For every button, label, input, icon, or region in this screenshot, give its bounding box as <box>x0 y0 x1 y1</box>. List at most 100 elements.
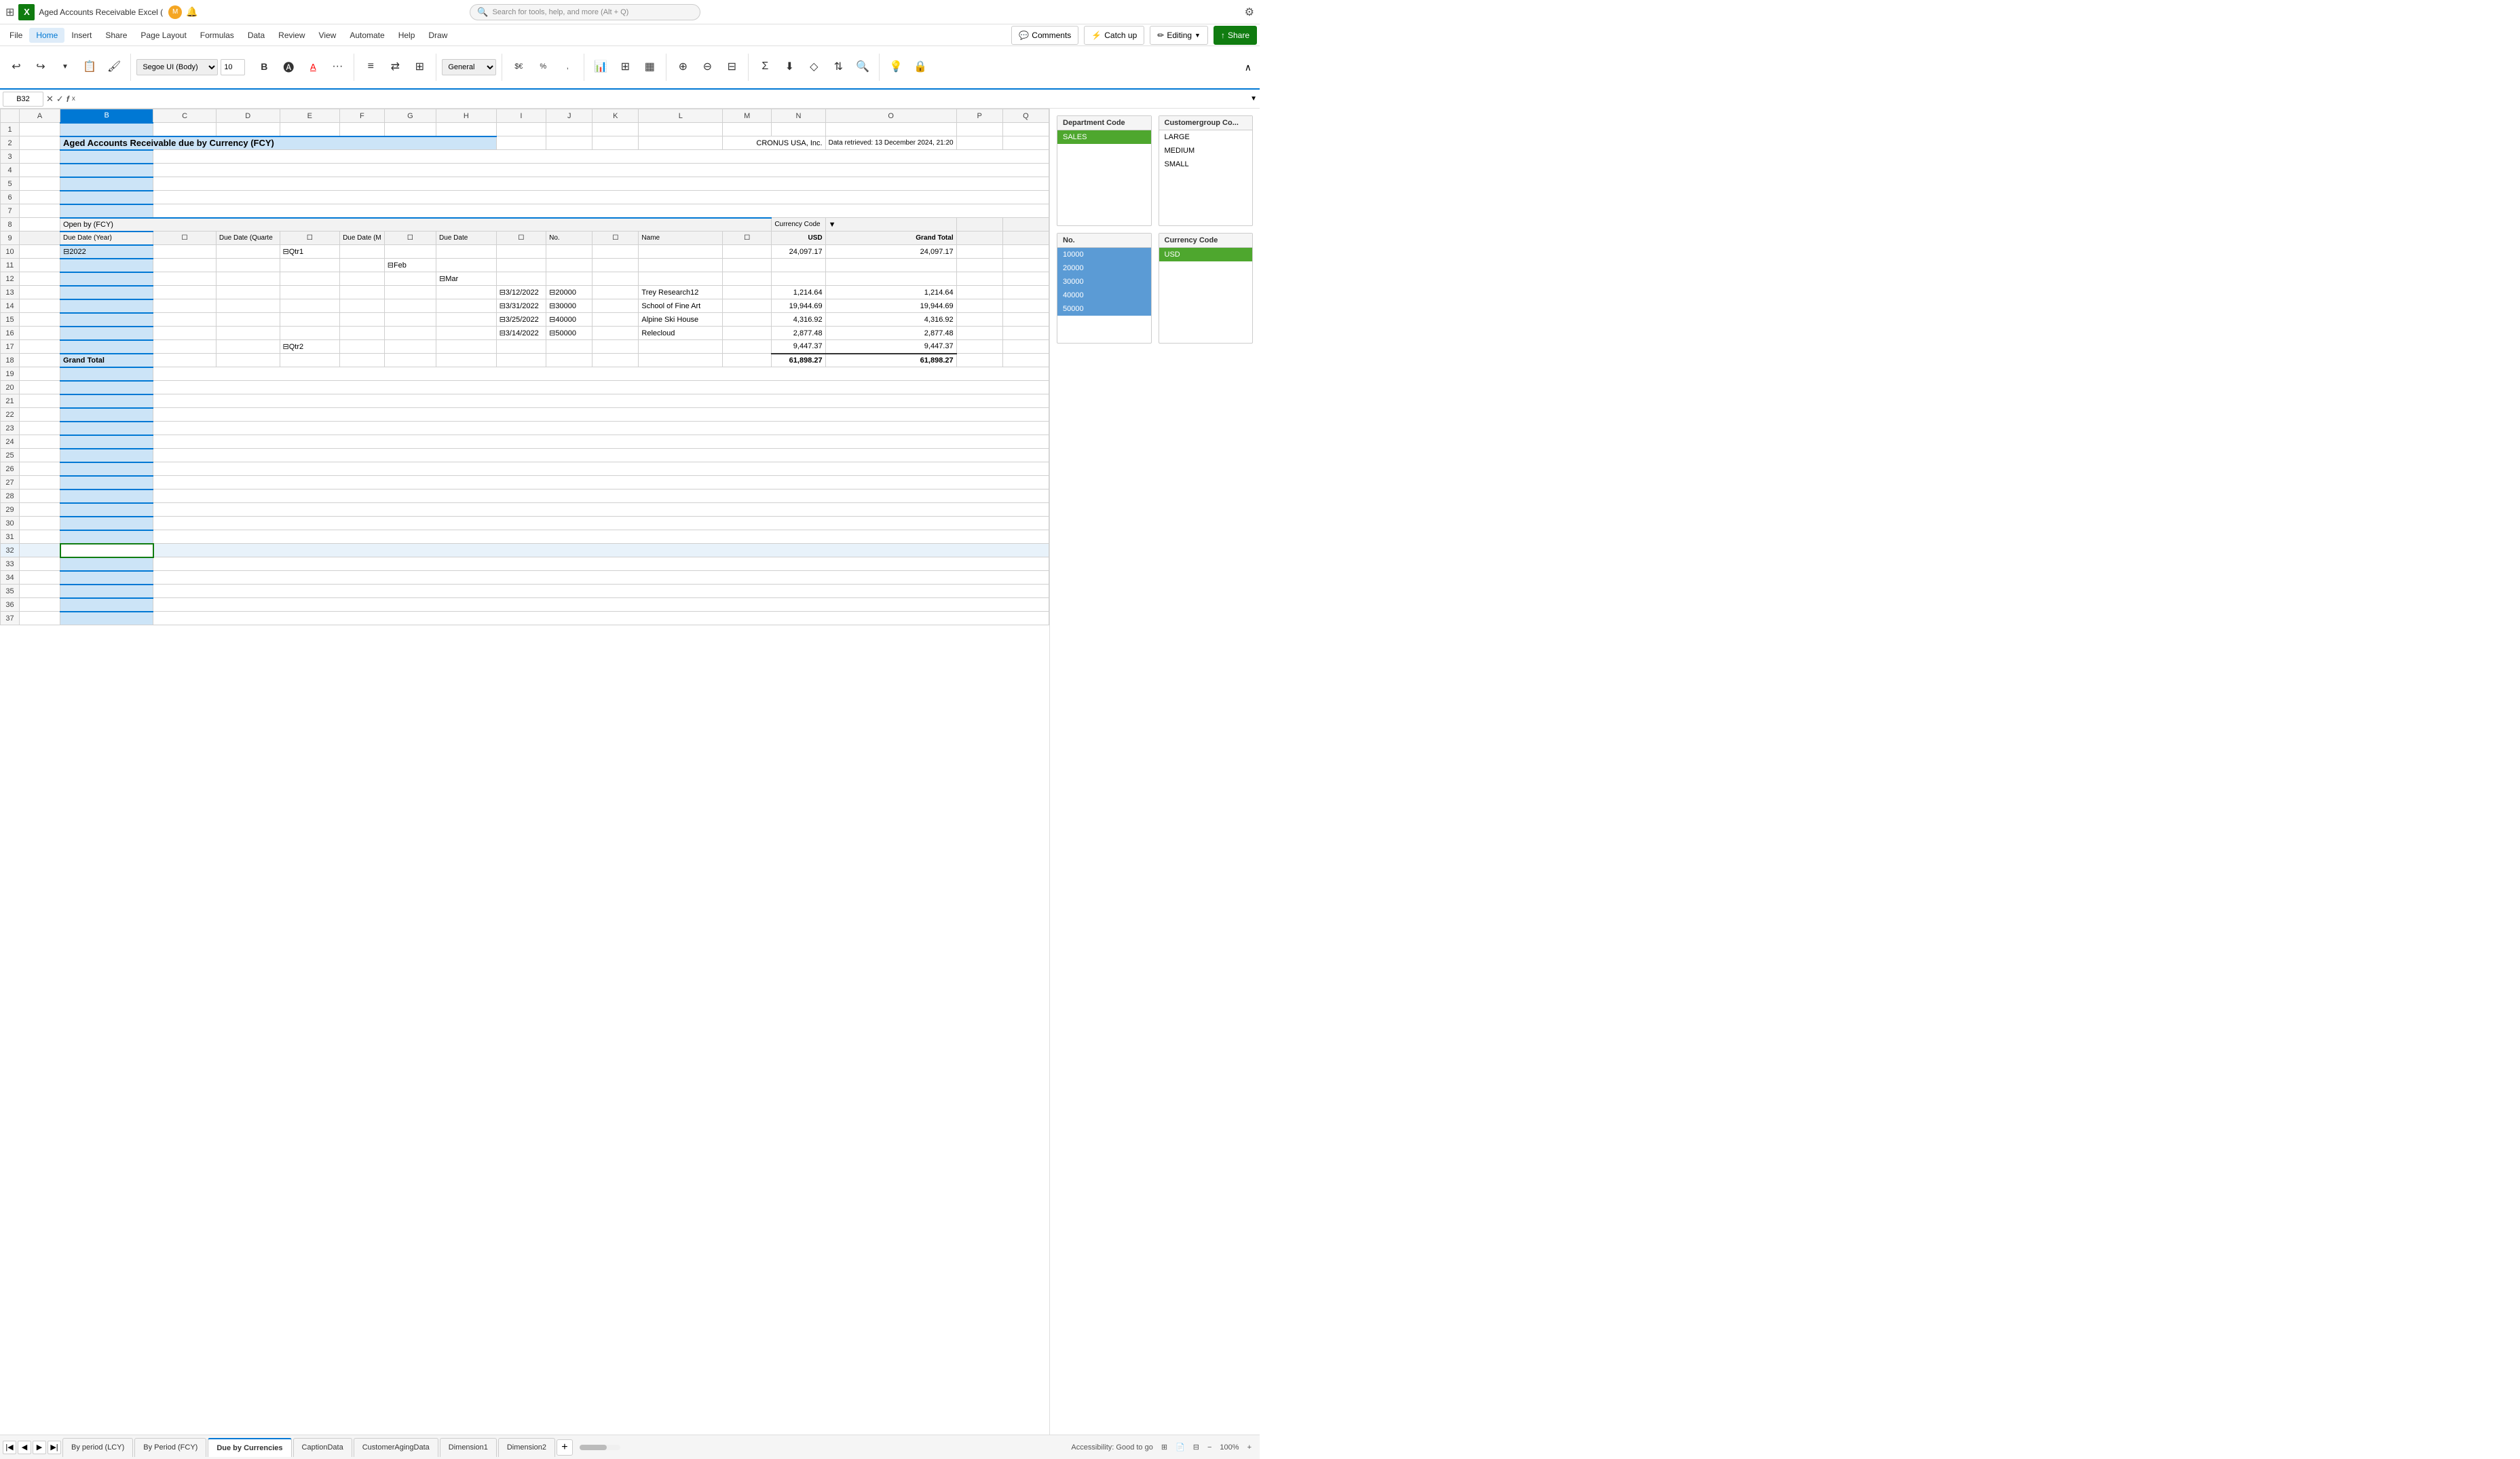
cell-i1[interactable] <box>496 123 546 136</box>
cell-k2[interactable] <box>593 136 639 150</box>
cell-a1[interactable] <box>20 123 60 136</box>
cell-l2[interactable] <box>639 136 723 150</box>
collapse-ribbon-button[interactable]: ∧ <box>1242 59 1254 76</box>
col-header-m[interactable]: M <box>723 109 772 123</box>
col-header-g[interactable]: G <box>384 109 436 123</box>
cell-e9[interactable]: ☐ <box>280 232 340 245</box>
cell-a2[interactable] <box>20 136 60 150</box>
tab-by-period-fcy[interactable]: By Period (FCY) <box>134 1438 206 1457</box>
find-select-button[interactable]: 🔍 <box>852 50 873 85</box>
font-name-select[interactable]: Segoe UI (Body) <box>136 59 218 75</box>
col-header-n[interactable]: N <box>772 109 825 123</box>
cell-i2[interactable] <box>496 136 546 150</box>
cell-o17[interactable]: 9,447.37 <box>825 340 956 354</box>
cell-g11[interactable]: ⊟Feb <box>384 259 436 272</box>
cell-q1[interactable] <box>1002 123 1049 136</box>
menu-page-layout[interactable]: Page Layout <box>134 28 193 43</box>
view-break-icon[interactable]: ⊟ <box>1193 1443 1199 1452</box>
cell-o9[interactable]: Grand Total <box>825 232 956 245</box>
more-button[interactable]: ··· <box>326 50 348 85</box>
cell-h9[interactable]: Due Date <box>436 232 497 245</box>
slicer-item[interactable]: SMALL <box>1159 158 1253 171</box>
menu-formulas[interactable]: Formulas <box>193 28 241 43</box>
format-cells-button[interactable]: ⊟ <box>721 50 742 85</box>
cell-i16[interactable]: ⊟3/14/2022 <box>496 327 546 340</box>
tab-due-by-currencies[interactable]: Due by Currencies <box>208 1438 291 1457</box>
share-button[interactable]: ↑ Share <box>1214 26 1257 45</box>
cell-i9[interactable]: ☐ <box>496 232 546 245</box>
slicer-item[interactable]: SALES <box>1057 130 1151 144</box>
cell-e10[interactable]: ⊟Qtr1 <box>280 245 340 259</box>
cell-j2[interactable] <box>546 136 593 150</box>
col-header-q[interactable]: Q <box>1002 109 1049 123</box>
fill-button[interactable]: ⬇ <box>778 50 800 85</box>
align-left-button[interactable]: ≡ <box>360 50 381 85</box>
down-arrow-button[interactable]: ▼ <box>54 50 76 85</box>
menu-review[interactable]: Review <box>271 28 312 43</box>
cell-c9[interactable]: ☐ <box>153 232 217 245</box>
menu-insert[interactable]: Insert <box>64 28 98 43</box>
add-sheet-button[interactable]: + <box>557 1439 573 1456</box>
zoom-in-icon[interactable]: + <box>1247 1443 1252 1452</box>
tab-nav-next-next[interactable]: ▶| <box>48 1441 61 1454</box>
wrap-text-button[interactable]: ⇄ <box>384 50 406 85</box>
comments-button[interactable]: 💬 Comments <box>1011 26 1078 45</box>
format-painter-button[interactable]: 🖌 <box>103 50 125 85</box>
col-header-a[interactable]: A <box>20 109 60 123</box>
zoom-out-icon[interactable]: − <box>1207 1443 1211 1452</box>
cell-n8[interactable]: Currency Code <box>772 218 825 232</box>
col-header-b[interactable]: B <box>60 109 153 123</box>
slicer-item[interactable]: 40000 <box>1057 289 1151 302</box>
expand-formula-bar-icon[interactable]: ▼ <box>1250 95 1257 103</box>
ideas-button[interactable]: 💡 <box>885 50 907 85</box>
cell-l13[interactable]: Trey Research12 <box>639 286 723 299</box>
col-header-k[interactable]: K <box>593 109 639 123</box>
cell-o14[interactable]: 19,944.69 <box>825 299 956 313</box>
formula-input[interactable] <box>78 92 1247 107</box>
tab-dimension1[interactable]: Dimension1 <box>440 1438 497 1457</box>
col-header-c[interactable]: C <box>153 109 217 123</box>
col-header-p[interactable]: P <box>956 109 1002 123</box>
cell-k9[interactable]: ☐ <box>593 232 639 245</box>
clear-button[interactable]: ◇ <box>803 50 825 85</box>
col-header-d[interactable]: D <box>216 109 280 123</box>
cell-o13[interactable]: 1,214.64 <box>825 286 956 299</box>
cell-m9[interactable]: ☐ <box>723 232 772 245</box>
cell-reference-input[interactable] <box>3 92 43 107</box>
delete-cells-button[interactable]: ⊖ <box>696 50 718 85</box>
sort-filter-button[interactable]: ⇅ <box>827 50 849 85</box>
cell-j15[interactable]: ⊟40000 <box>546 313 593 327</box>
cell-b3[interactable] <box>60 150 153 164</box>
tab-dimension2[interactable]: Dimension2 <box>498 1438 555 1457</box>
cell-e17[interactable]: ⊟Qtr2 <box>280 340 340 354</box>
cancel-formula-icon[interactable]: ✕ <box>46 94 54 105</box>
menu-view[interactable]: View <box>312 28 343 43</box>
cell-i14[interactable]: ⊟3/31/2022 <box>496 299 546 313</box>
slicer-item[interactable]: MEDIUM <box>1159 144 1253 158</box>
cell-b9[interactable]: Due Date (Year) <box>60 232 153 245</box>
col-header-f[interactable]: F <box>340 109 385 123</box>
cell-l16[interactable]: Relecloud <box>639 327 723 340</box>
cell-n15[interactable]: 4,316.92 <box>772 313 825 327</box>
autosum-button[interactable]: Σ <box>754 50 776 85</box>
cell-o18[interactable]: 61,898.27 <box>825 354 956 367</box>
sensitivity-button[interactable]: 🔒 <box>909 50 931 85</box>
percent-button[interactable]: % <box>532 50 554 85</box>
menu-home[interactable]: Home <box>29 28 64 43</box>
cell-l14[interactable]: School of Fine Art <box>639 299 723 313</box>
menu-help[interactable]: Help <box>392 28 422 43</box>
col-header-o[interactable]: O <box>825 109 956 123</box>
slicer-item[interactable]: USD <box>1159 248 1253 261</box>
menu-share[interactable]: Share <box>98 28 134 43</box>
cell-c1[interactable] <box>153 123 217 136</box>
search-box[interactable]: 🔍 Search for tools, help, and more (Alt … <box>470 4 700 20</box>
cell-d9[interactable]: Due Date (Quarte <box>216 232 280 245</box>
confirm-formula-icon[interactable]: ✓ <box>56 94 64 105</box>
bold-button[interactable]: B <box>253 50 275 85</box>
catchup-button[interactable]: ⚡ Catch up <box>1084 26 1144 45</box>
merge-button[interactable]: ⊞ <box>409 50 430 85</box>
cell-p1[interactable] <box>956 123 1002 136</box>
cell-b10[interactable]: ⊟2022 <box>60 245 153 259</box>
cell-g9[interactable]: ☐ <box>384 232 436 245</box>
cell-p2[interactable] <box>956 136 1002 150</box>
